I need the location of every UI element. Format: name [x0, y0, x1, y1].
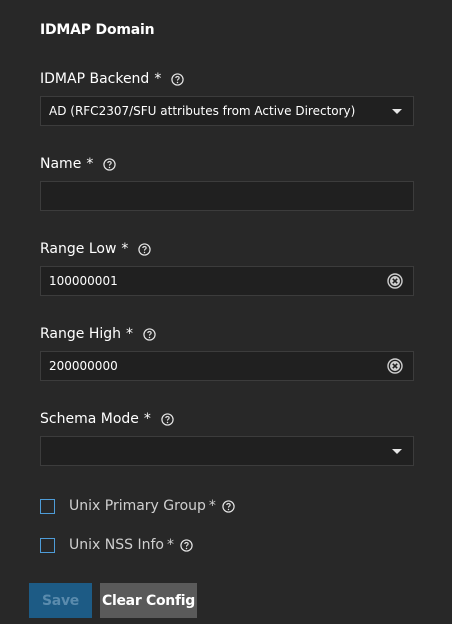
- chevron-down-icon: [392, 448, 402, 454]
- required-marker: *: [143, 411, 151, 427]
- clear-config-button[interactable]: Clear Config: [100, 583, 197, 618]
- range-high-label: Range High *: [40, 326, 156, 342]
- help-icon[interactable]: [143, 327, 156, 341]
- range-low-label: Range Low *: [40, 241, 152, 257]
- required-marker: *: [86, 156, 94, 172]
- schema-mode-label-text: Schema Mode: [40, 411, 139, 427]
- clear-icon[interactable]: [387, 358, 403, 374]
- unix-nss-info-row[interactable]: Unix NSS Info *: [40, 537, 193, 553]
- help-icon[interactable]: [171, 72, 185, 86]
- range-low-input[interactable]: 100000001: [40, 266, 414, 296]
- required-marker: *: [208, 498, 216, 514]
- chevron-down-icon: [392, 108, 402, 114]
- unix-primary-group-checkbox[interactable]: [40, 498, 55, 514]
- schema-mode-select[interactable]: [40, 436, 414, 466]
- help-icon[interactable]: [138, 242, 152, 256]
- unix-primary-group-row[interactable]: Unix Primary Group *: [40, 498, 235, 514]
- backend-label: IDMAP Backend *: [40, 71, 185, 87]
- backend-select[interactable]: AD (RFC2307/SFU attributes from Active D…: [40, 96, 414, 126]
- required-marker: *: [166, 537, 174, 553]
- range-high-label-text: Range High: [40, 326, 121, 342]
- idmap-domain-form: IDMAP Domain IDMAP Backend * AD (RFC2307/…: [0, 0, 452, 624]
- section-title: IDMAP Domain: [40, 22, 155, 38]
- help-icon[interactable]: [103, 157, 116, 171]
- help-icon[interactable]: [180, 538, 193, 552]
- name-label-text: Name: [40, 156, 82, 172]
- clear-icon[interactable]: [387, 273, 403, 289]
- backend-select-value: AD (RFC2307/SFU attributes from Active D…: [49, 104, 356, 118]
- unix-nss-info-checkbox[interactable]: [40, 537, 55, 553]
- unix-primary-group-label: Unix Primary Group: [69, 498, 206, 514]
- help-icon[interactable]: [161, 412, 174, 426]
- range-low-input-value: 100000001: [49, 274, 118, 288]
- required-marker: *: [154, 71, 162, 87]
- required-marker: *: [126, 326, 133, 342]
- range-low-label-text: Range Low: [40, 241, 117, 257]
- name-input[interactable]: [40, 181, 414, 211]
- save-button[interactable]: Save: [29, 583, 92, 618]
- schema-mode-label: Schema Mode *: [40, 411, 174, 427]
- unix-nss-info-label: Unix NSS Info: [69, 537, 164, 553]
- range-high-input[interactable]: 200000000: [40, 351, 414, 381]
- backend-label-text: IDMAP Backend: [40, 71, 150, 87]
- help-icon[interactable]: [222, 499, 235, 513]
- required-marker: *: [121, 241, 129, 257]
- range-high-input-value: 200000000: [49, 359, 118, 373]
- name-label: Name *: [40, 156, 116, 172]
